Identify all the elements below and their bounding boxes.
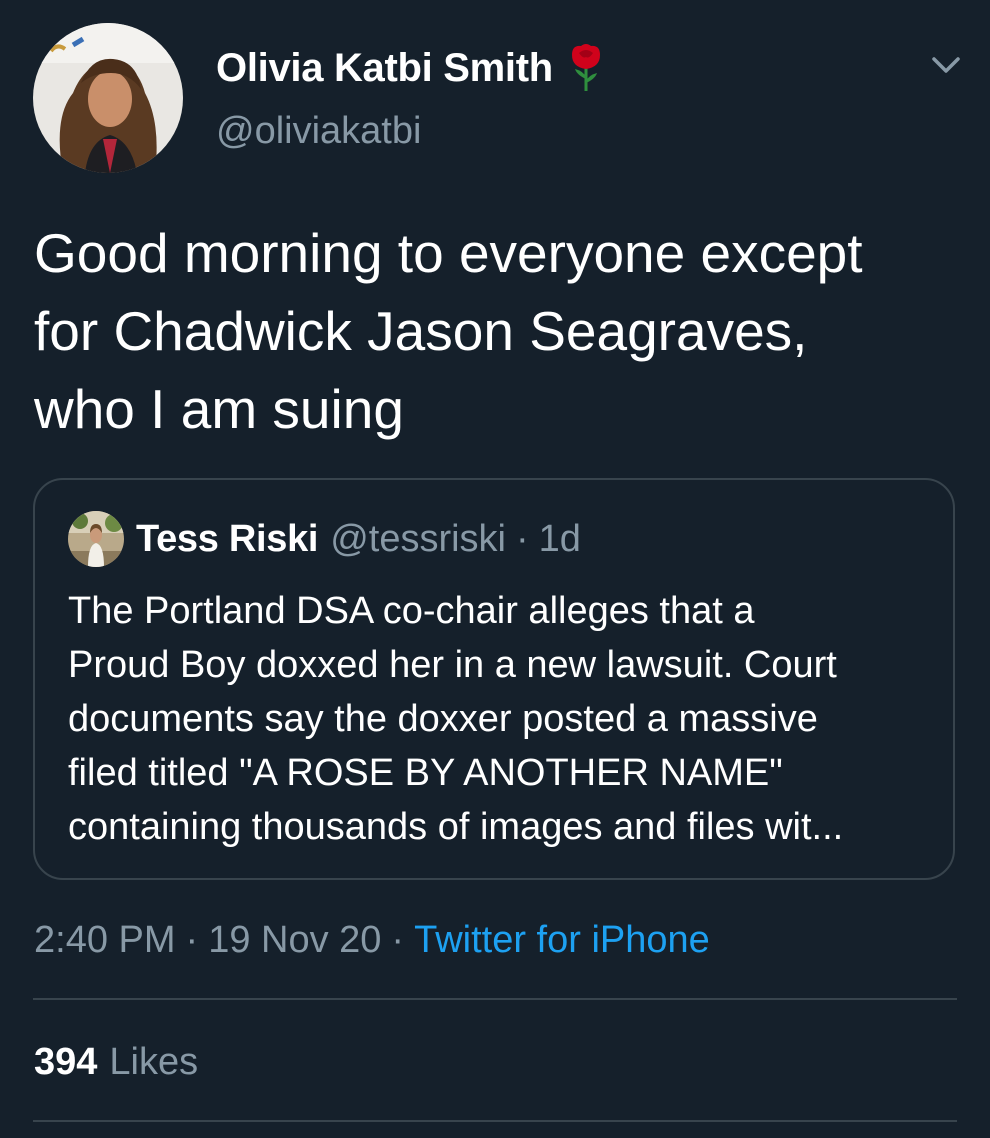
quoted-tweet-text: The Portland DSA co-chair alleges that a… — [68, 590, 844, 848]
quoted-tweet-card[interactable]: Tess Riski @tessriski · 1d The Portland … — [33, 478, 955, 880]
likes-count: 394 — [34, 1041, 98, 1083]
chevron-down-icon[interactable] — [926, 50, 966, 80]
quoted-author-avatar-image — [68, 511, 124, 567]
likes-label: Likes — [109, 1041, 199, 1083]
quoted-author-handle: @tessriski — [330, 517, 506, 560]
tweet-source-link[interactable]: Twitter for iPhone — [414, 919, 710, 961]
meta-separator-2: · — [391, 919, 405, 961]
quoted-author-name: Tess Riski — [136, 517, 319, 560]
divider-bottom — [33, 1120, 957, 1122]
author-avatar-image — [33, 23, 183, 173]
quoted-author-avatar — [68, 511, 124, 567]
quoted-tweet-age: 1d — [538, 517, 581, 560]
quoted-tweet-header: Tess Riski @tessriski · 1d — [136, 514, 581, 564]
tweet-meta: 2:40 PM · 19 Nov 20 · Twitter for iPhone — [34, 914, 710, 966]
tweet-time[interactable]: 2:40 PM — [34, 919, 176, 961]
author-avatar[interactable] — [33, 23, 183, 173]
meta-separator: · — [185, 919, 199, 961]
author-handle[interactable]: @oliviakatbi — [216, 110, 421, 153]
tweet-date[interactable]: 19 Nov 20 — [208, 919, 381, 961]
author-name-row[interactable]: Olivia Katbi Smith — [216, 42, 603, 94]
tweet-text: Good morning to everyone except for Chad… — [34, 222, 863, 440]
likes-stat[interactable]: 394 Likes — [34, 1036, 198, 1088]
divider — [33, 998, 957, 1000]
quoted-separator: · — [516, 517, 529, 560]
author-display-name[interactable]: Olivia Katbi Smith — [216, 46, 553, 91]
rose-icon — [569, 43, 603, 93]
